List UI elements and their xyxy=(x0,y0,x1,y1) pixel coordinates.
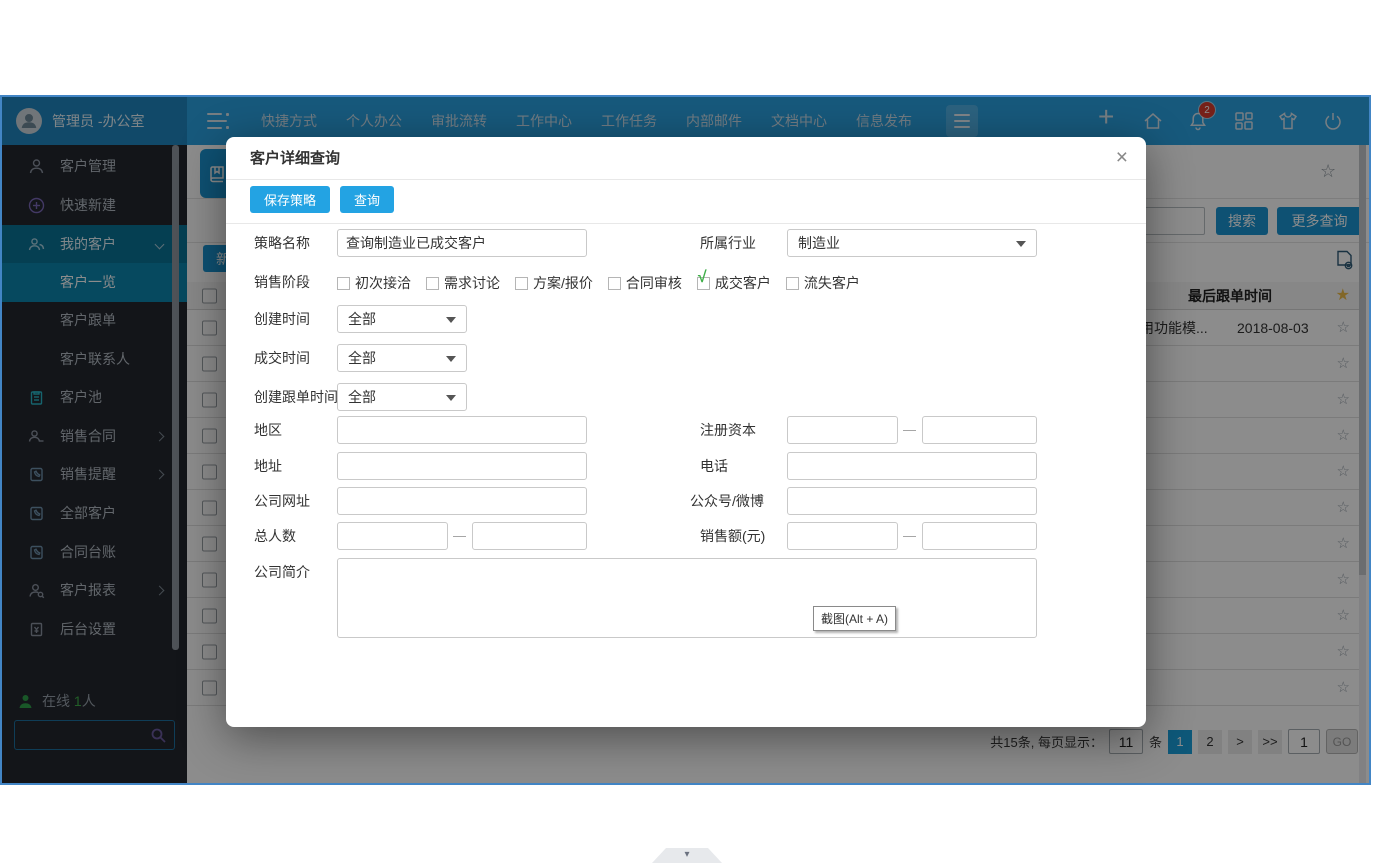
stage-label: 流失客户 xyxy=(803,275,860,291)
stage-option-initial-contact[interactable]: 初次接洽 xyxy=(337,273,411,293)
address-label: 地址 xyxy=(254,458,282,474)
total-people-min-input[interactable] xyxy=(337,522,448,550)
strategy-name-label: 策略名称 xyxy=(254,235,310,251)
stage-option-lost-customer[interactable]: 流失客户 xyxy=(785,273,860,293)
customer-query-modal: 客户详细查询 × 保存策略 查询 策略名称 所属行业 制造业 销售阶段 初次接洽… xyxy=(226,137,1146,727)
sales-amount-min-input[interactable] xyxy=(787,522,898,550)
stage-option-proposal-quote[interactable]: 方案/报价 xyxy=(515,273,593,293)
registered-capital-max-input[interactable] xyxy=(922,416,1037,444)
dropdown-arrow-icon xyxy=(446,395,456,401)
region-label: 地区 xyxy=(254,422,282,438)
address-input[interactable] xyxy=(337,452,587,480)
checkbox[interactable] xyxy=(426,276,439,290)
total-people-max-input[interactable] xyxy=(472,522,587,550)
checkbox[interactable] xyxy=(515,276,528,290)
collapse-handle[interactable]: ▾ xyxy=(652,848,722,863)
industry-label: 所属行业 xyxy=(700,235,756,251)
create-time-label: 创建时间 xyxy=(254,311,310,327)
stage-label: 初次接洽 xyxy=(355,275,411,291)
modal-header: 客户详细查询 × xyxy=(226,137,1146,180)
company-intro-textarea[interactable] xyxy=(337,558,1037,638)
dropdown-arrow-icon xyxy=(1016,241,1026,247)
website-input[interactable] xyxy=(337,487,587,515)
checkbox[interactable] xyxy=(607,276,621,290)
sales-amount-max-input[interactable] xyxy=(922,522,1037,550)
phone-label: 电话 xyxy=(700,458,728,474)
range-dash: — xyxy=(453,528,466,543)
wechat-weibo-label: 公众号/微博 xyxy=(690,493,764,509)
company-intro-label: 公司简介 xyxy=(254,564,310,580)
dropdown-arrow-icon xyxy=(446,356,456,362)
dropdown-arrow-icon xyxy=(446,317,456,323)
query-button[interactable]: 查询 xyxy=(340,186,395,213)
range-dash: — xyxy=(903,422,916,437)
total-people-label: 总人数 xyxy=(254,528,296,544)
sales-stage-options: 初次接洽 需求讨论 方案/报价 合同审核 √ 成交客户 流失客户 xyxy=(337,269,860,293)
close-icon[interactable]: × xyxy=(1116,145,1128,171)
stage-option-closed-customer[interactable]: √ 成交客户 xyxy=(696,269,771,293)
checkbox[interactable] xyxy=(337,276,350,290)
wechat-weibo-input[interactable] xyxy=(787,487,1037,515)
range-dash: — xyxy=(903,528,916,543)
stage-label: 需求讨论 xyxy=(444,275,500,291)
stage-label: 合同审核 xyxy=(625,275,682,291)
checkbox-checked[interactable]: √ xyxy=(696,269,710,290)
deal-time-label: 成交时间 xyxy=(254,350,310,366)
modal-toolbar: 保存策略 查询 xyxy=(250,186,395,213)
stage-label: 方案/报价 xyxy=(533,275,593,291)
chevron-down-icon: ▾ xyxy=(684,849,690,860)
check-icon: √ xyxy=(697,268,707,286)
stage-label: 成交客户 xyxy=(714,275,771,291)
registered-capital-min-input[interactable] xyxy=(787,416,898,444)
registered-capital-label: 注册资本 xyxy=(700,422,756,438)
create-follow-time-select[interactable]: 全部 xyxy=(337,383,467,411)
phone-input[interactable] xyxy=(787,452,1037,480)
app-window: 管理员 -办公室 快捷方式 个人办公 审批流转 工作中心 工作任务 内部邮件 文… xyxy=(0,95,1371,785)
strategy-name-input[interactable] xyxy=(337,229,587,257)
region-input[interactable] xyxy=(337,416,587,444)
deal-time-select[interactable]: 全部 xyxy=(337,344,467,372)
save-strategy-button[interactable]: 保存策略 xyxy=(250,186,331,213)
create-time-select[interactable]: 全部 xyxy=(337,305,467,333)
sales-stage-label: 销售阶段 xyxy=(254,274,310,290)
website-label: 公司网址 xyxy=(254,493,310,509)
screenshot-tooltip: 截图(Alt + A) xyxy=(813,606,897,631)
sales-amount-label: 销售额(元) xyxy=(700,528,766,544)
stage-option-contract-review[interactable]: 合同审核 xyxy=(607,273,682,293)
modal-title: 客户详细查询 xyxy=(250,150,341,167)
stage-option-needs-discussion[interactable]: 需求讨论 xyxy=(426,273,500,293)
checkbox[interactable] xyxy=(785,276,799,290)
industry-select[interactable]: 制造业 xyxy=(787,229,1037,257)
create-follow-time-label: 创建跟单时间 xyxy=(254,389,338,405)
